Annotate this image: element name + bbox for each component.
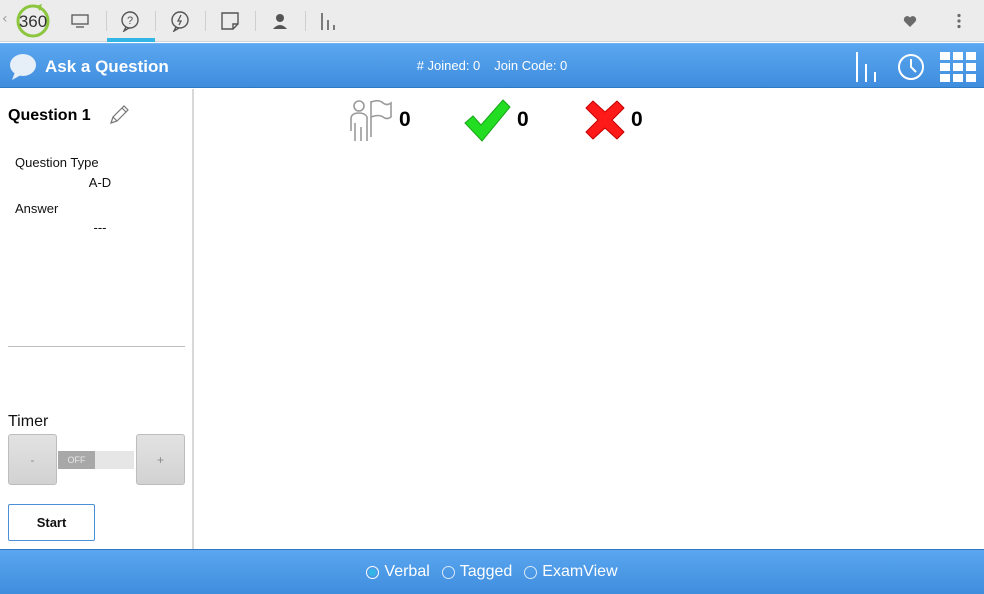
edit-question-button[interactable] — [106, 102, 132, 128]
grid-view-button[interactable] — [938, 50, 978, 84]
tab-students[interactable] — [258, 4, 302, 38]
page-header: Ask a Question # Joined: 0 Join Code: 0 — [0, 43, 984, 88]
panel-separator — [192, 89, 194, 549]
question-type-value[interactable]: A-D — [60, 175, 140, 190]
speech-bubble-icon — [10, 54, 36, 80]
mode-examview[interactable]: ExamView — [524, 563, 618, 581]
tab-quick-question[interactable] — [158, 4, 202, 38]
radio-unselected-icon[interactable] — [524, 565, 538, 579]
answer-label: Answer — [15, 201, 59, 216]
timer-increase-button[interactable]: + — [136, 434, 185, 485]
timer-label: Timer — [8, 413, 49, 430]
lightning-bubble-icon — [171, 11, 189, 32]
mode-label: Verbal — [384, 563, 430, 580]
action-bar: ‹ 360 ? — [0, 0, 984, 42]
incorrect-stat: 0 — [585, 97, 643, 143]
tab-monitor[interactable] — [58, 4, 102, 38]
pencil-icon — [110, 105, 129, 124]
svg-text:?: ? — [127, 15, 133, 27]
responded-count: 0 — [399, 108, 411, 131]
radio-unselected-icon[interactable] — [441, 565, 455, 579]
responded-stat: 0 — [347, 97, 411, 143]
mode-verbal[interactable]: Verbal — [366, 563, 430, 581]
x-mark-icon — [585, 100, 625, 140]
radio-selected-icon[interactable] — [366, 565, 380, 579]
overflow-menu-icon — [957, 13, 961, 29]
active-tab-indicator — [107, 38, 155, 42]
timer-button[interactable] — [896, 50, 926, 84]
mode-tagged[interactable]: Tagged — [441, 563, 513, 581]
app-root: ‹ 360 ? Ask a Question # Joined: 0 Join … — [0, 0, 984, 594]
note-icon — [221, 12, 239, 30]
back-chevron-icon[interactable]: ‹ — [2, 11, 10, 29]
results-button[interactable] — [852, 50, 880, 84]
answer-value[interactable]: --- — [60, 220, 140, 235]
question-panel: Question 1 Question Type A-D Answer --- … — [0, 89, 193, 549]
correct-count: 0 — [517, 108, 529, 131]
student-flag-icon — [350, 99, 392, 141]
mode-label: Tagged — [459, 563, 513, 580]
panel-divider — [8, 346, 185, 347]
monitor-icon — [71, 14, 89, 28]
toolbar-divider — [255, 11, 256, 31]
session-info: # Joined: 0 Join Code: 0 — [300, 58, 684, 73]
svg-text:360: 360 — [19, 12, 47, 31]
toolbar-divider — [106, 11, 107, 31]
question-title: Question 1 — [8, 107, 91, 124]
incorrect-count: 0 — [631, 108, 643, 131]
toolbar-divider — [205, 11, 206, 31]
start-button[interactable]: Start — [8, 504, 95, 541]
overflow-menu-button[interactable] — [946, 8, 972, 34]
tab-reports[interactable] — [306, 4, 350, 38]
heart-icon — [903, 15, 917, 27]
app-logo[interactable]: 360 — [12, 3, 54, 39]
student-icon — [273, 14, 287, 29]
header-title-group: Ask a Question — [9, 53, 169, 81]
grid-icon — [940, 52, 976, 82]
mode-label: ExamView — [542, 563, 618, 580]
correct-stat: 0 — [463, 97, 529, 143]
toolbar-divider — [155, 11, 156, 31]
question-type-label: Question Type — [15, 155, 99, 170]
mode-bar: Verbal Tagged ExamView — [0, 549, 984, 594]
tab-notes[interactable] — [208, 4, 252, 38]
favorite-button[interactable] — [897, 8, 923, 34]
bar-chart-icon — [321, 13, 335, 30]
joined-count: # Joined: 0 — [416, 58, 481, 73]
bar-chart-icon — [856, 52, 876, 82]
checkmark-icon — [464, 99, 511, 142]
page-title: Ask a Question — [45, 57, 169, 76]
timer-decrease-button[interactable]: - — [8, 434, 57, 485]
question-bubble-icon: ? — [121, 11, 139, 32]
join-code: Join Code: 0 — [494, 58, 568, 73]
timer-toggle-thumb[interactable]: OFF — [58, 451, 95, 469]
tab-ask-question[interactable]: ? — [108, 4, 152, 38]
clock-icon — [898, 54, 924, 80]
